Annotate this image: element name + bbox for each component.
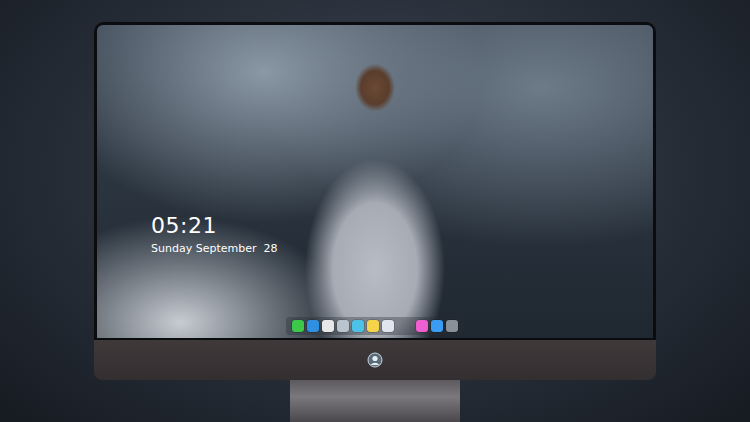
dock-app-icon[interactable] (337, 320, 349, 332)
dock-app-icon[interactable] (431, 320, 443, 332)
dock-app-icon[interactable] (446, 320, 458, 332)
dock-app-icon[interactable] (416, 320, 428, 332)
dock-app-icon[interactable] (292, 320, 304, 332)
clock-time: 05:21 (151, 213, 277, 239)
dock-app-icon[interactable] (367, 320, 379, 332)
brand-logo-icon (367, 352, 383, 368)
lock-screen: 05:21 Sunday September 28 (97, 25, 653, 338)
monitor: 05:21 Sunday September 28 (94, 22, 656, 422)
monitor-bezel: 05:21 Sunday September 28 (94, 22, 656, 340)
clock-date: Sunday September 28 (151, 241, 277, 257)
dock-app-icon[interactable] (382, 320, 394, 332)
monitor-chin (94, 340, 656, 380)
dock-app-icon[interactable] (307, 320, 319, 332)
clock-widget: 05:21 Sunday September 28 (151, 213, 277, 257)
monitor-stand (290, 380, 460, 422)
dock-app-icon[interactable] (352, 320, 364, 332)
desktop-background: 05:21 Sunday September 28 (0, 0, 750, 422)
wallpaper-photo (97, 25, 653, 338)
dock-app-icon[interactable] (322, 320, 334, 332)
dock-separator (397, 320, 413, 332)
dock (286, 317, 464, 335)
